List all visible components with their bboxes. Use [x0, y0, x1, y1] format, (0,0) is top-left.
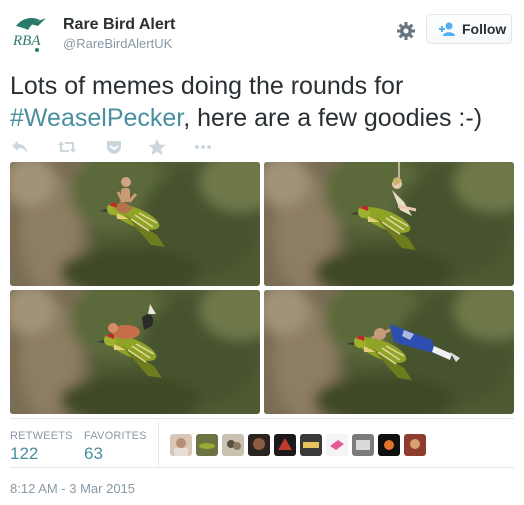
retweets-count[interactable]: 122 [10, 444, 38, 464]
stats-divider [158, 422, 159, 467]
tweet-header: RBA Rare Bird Alert @RareBirdAlertUK Fol… [0, 0, 524, 62]
favorite-icon[interactable] [147, 138, 167, 156]
media-photo-3[interactable] [10, 290, 260, 414]
follow-label: Follow [462, 21, 507, 37]
follow-button[interactable]: Follow [426, 14, 512, 44]
favoriter-avatar[interactable] [300, 434, 322, 456]
favoriter-avatar[interactable] [352, 434, 374, 456]
favoriter-avatar[interactable] [326, 434, 348, 456]
tweet-text: Lots of memes doing the rounds for #Weas… [10, 70, 520, 134]
media-photo-1[interactable] [10, 162, 260, 286]
hashtag-link[interactable]: #WeaselPecker [10, 104, 183, 132]
gear-icon[interactable] [395, 20, 417, 42]
favoriter-avatar[interactable] [378, 434, 400, 456]
favoriter-avatar[interactable] [222, 434, 244, 456]
add-user-icon [438, 21, 456, 37]
tweet-stats: RETWEETS 122 FAVORITES 63 [0, 422, 524, 470]
tweet-timestamp[interactable]: 8:12 AM - 3 Mar 2015 [10, 481, 135, 496]
retweet-icon[interactable] [57, 138, 77, 156]
media-grid [10, 162, 514, 414]
retweets-label: RETWEETS [10, 430, 73, 442]
tweet-actions [0, 138, 300, 158]
more-icon[interactable] [193, 138, 213, 156]
media-photo-2[interactable] [264, 162, 514, 286]
account-avatar[interactable]: RBA [10, 14, 50, 54]
tweet-text-after: , here are a few goodies :-) [183, 104, 483, 132]
favorites-label: FAVORITES [84, 430, 147, 442]
stats-top-divider [10, 418, 514, 419]
pocket-icon[interactable] [104, 138, 124, 156]
account-handle[interactable]: @RareBirdAlertUK [63, 36, 172, 51]
media-photo-4[interactable] [264, 290, 514, 414]
reply-icon[interactable] [10, 138, 30, 156]
stats-bottom-divider [10, 467, 514, 468]
account-name[interactable]: Rare Bird Alert [63, 16, 175, 34]
rba-logo-text: RBA [12, 33, 41, 49]
favoriter-avatar[interactable] [404, 434, 426, 456]
favoriter-avatar[interactable] [196, 434, 218, 456]
favorites-count[interactable]: 63 [84, 444, 103, 464]
favoriter-avatar[interactable] [170, 434, 192, 456]
favoriter-avatar[interactable] [274, 434, 296, 456]
tweet-text-before: Lots of memes doing the rounds for [10, 72, 404, 100]
favoriter-avatar[interactable] [248, 434, 270, 456]
